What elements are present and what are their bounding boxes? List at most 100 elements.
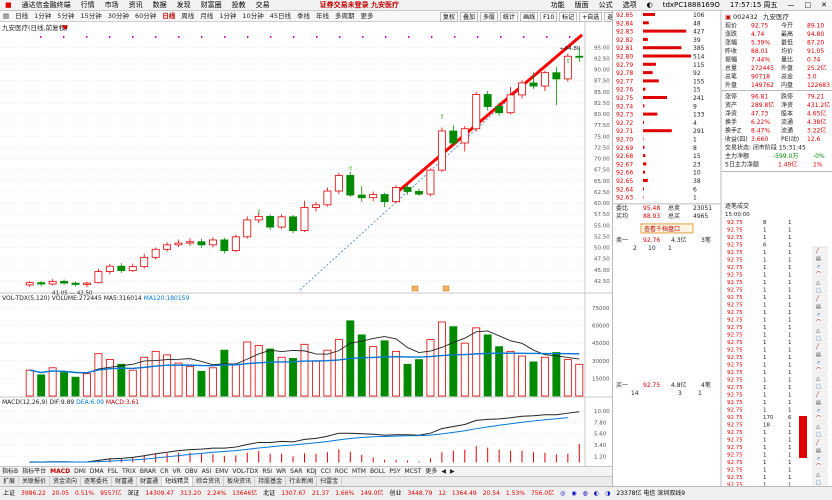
menu-market[interactable]: 市场 — [100, 0, 124, 11]
indicator-tab[interactable]: 更多 — [423, 467, 439, 477]
sheet-tab[interactable]: 关联报价 — [19, 476, 51, 487]
indicator-tab[interactable]: RSI — [260, 467, 274, 477]
period-tab[interactable]: 日线 — [159, 11, 178, 22]
menu-quotes[interactable]: 行情 — [76, 0, 100, 11]
menu-layout[interactable]: 版面 — [570, 0, 594, 11]
status-icon[interactable]: ◎ — [557, 487, 568, 500]
period-tab[interactable]: 季线 — [294, 11, 313, 22]
event-marker — [339, 36, 341, 38]
indicator-tab[interactable]: FSL — [106, 467, 121, 477]
tool-button[interactable]: F10 — [540, 11, 558, 22]
kline-chart-svg[interactable]: 九安医疗(日线,前复权)♥ 95.00 92.50 90.00 87.50 85.00 82… — [0, 22, 612, 466]
indicator-tab[interactable]: BRAR — [138, 467, 158, 477]
period-tab[interactable]: 1分钟 — [31, 11, 54, 22]
chart-area[interactable]: 九安医疗(日线,前复权) ♥ 95.00 92.50 90.00 87.50 85.00 82… — [0, 22, 612, 466]
info-value: 4.74 — [751, 31, 765, 38]
status-icon[interactable]: ◐ — [591, 487, 602, 500]
sheet-tab[interactable]: 财富通 — [137, 476, 163, 487]
menu-wealth[interactable]: 财富圈 — [196, 0, 227, 11]
sheet-tab[interactable]: 财富通 — [112, 476, 138, 487]
tool-button[interactable]: 叠加 — [460, 11, 479, 22]
period-tab[interactable]: 周线 — [178, 11, 197, 22]
indicator-tab[interactable]: SAR — [288, 467, 304, 477]
tab-scroll-right-icon[interactable]: ▶ — [448, 467, 457, 477]
indicator-tab[interactable]: PSY — [387, 467, 402, 477]
period-tab[interactable]: 10分钟 — [239, 11, 266, 22]
buy-volume: 15 — [693, 153, 701, 160]
period-tab[interactable]: 30分钟 — [105, 11, 132, 22]
indicator-tab[interactable]: WR — [274, 467, 288, 477]
indicator-tab[interactable]: CR — [158, 467, 170, 477]
menu-trade[interactable]: 交易 — [251, 0, 275, 11]
menu-discover[interactable]: 发现 — [172, 0, 196, 11]
menu-news[interactable]: 资讯 — [124, 0, 148, 11]
indicator-tab[interactable]: DMI — [72, 467, 88, 477]
sheet-tab[interactable]: 扩展 — [0, 476, 20, 487]
indicator-tab[interactable]: 指标平台 — [20, 467, 48, 477]
sheet-tab[interactable]: 资金流向 — [50, 476, 82, 487]
account-name[interactable]: tdxPC1888169O — [658, 0, 725, 11]
sheet-tab[interactable]: 行业新闻 — [286, 476, 318, 487]
tool-button[interactable]: 复权 — [440, 11, 459, 22]
sheet-tab[interactable]: 短线精灵 — [162, 476, 194, 487]
indicator-tab[interactable]: ASI — [200, 467, 214, 477]
indicator-tab[interactable]: MTM — [350, 467, 368, 477]
period-tab[interactable]: 日线 — [12, 11, 31, 22]
indicator-tab[interactable]: CCI — [319, 467, 333, 477]
indicator-tab[interactable]: MACD — [48, 467, 72, 477]
minimize-icon[interactable]: — — [783, 0, 800, 11]
sheet-tab[interactable]: 持股基金 — [255, 476, 287, 487]
info-label: 内盘 — [781, 81, 793, 89]
tool-button[interactable]: 标记 — [559, 11, 578, 22]
period-tab[interactable]: 1分钟 — [216, 11, 239, 22]
index-name[interactable]: 北证 — [260, 487, 278, 500]
index-name[interactable]: 上证 — [0, 487, 18, 500]
menu-functions[interactable]: 功能 — [546, 0, 570, 11]
tick-volume: 1 — [763, 460, 767, 466]
indicator-tab[interactable]: OBV — [183, 467, 200, 477]
period-tab[interactable]: 月线 — [197, 11, 216, 22]
indicator-tab[interactable]: BOLL — [368, 467, 387, 477]
menu-options[interactable]: 选项 — [618, 0, 642, 11]
indicator-tab[interactable]: DMA — [88, 467, 106, 477]
index-value: 1307.67 — [281, 490, 306, 497]
indicator-tab[interactable]: ROC — [333, 467, 350, 477]
tool-button[interactable]: 画线 — [520, 11, 539, 22]
maximize-icon[interactable]: □ — [800, 0, 817, 11]
status-icon[interactable]: ◉ — [568, 487, 579, 500]
indicator-tab[interactable]: VR — [171, 467, 183, 477]
period-tab[interactable]: 年线 — [313, 11, 332, 22]
period-tab[interactable]: 更多 — [357, 11, 376, 22]
indicator-tab[interactable]: MCST — [403, 467, 424, 477]
chart-settings-icon[interactable]: ▤ — [0, 11, 12, 22]
indicator-tab[interactable]: 指标B — [0, 467, 20, 477]
index-name[interactable]: 深证 — [124, 487, 142, 500]
menu-formula[interactable]: 公式 — [594, 0, 618, 11]
indicator-tab[interactable]: KDJ — [304, 467, 318, 477]
period-tab[interactable]: 60分钟 — [132, 11, 159, 22]
menu-education[interactable]: 投教 — [227, 0, 251, 11]
period-tab[interactable]: 5分钟 — [54, 11, 77, 22]
period-tab[interactable]: 多周期 — [332, 11, 358, 22]
tab-scroll-left-icon[interactable]: ◀ — [439, 467, 448, 477]
info-value: 0.74 — [807, 57, 821, 64]
indicator-tab[interactable]: TRIX — [120, 467, 138, 477]
sheet-tab[interactable]: 综合资讯 — [193, 476, 225, 487]
sheet-tab[interactable]: 逐笔委托 — [81, 476, 113, 487]
indicator-tab[interactable]: VOL-TDX — [230, 467, 260, 477]
status-icon[interactable]: ◍ — [580, 487, 591, 500]
user-icon[interactable]: ◐ — [642, 0, 658, 11]
indicator-tab[interactable]: EMV — [213, 467, 230, 477]
info-label: 收益(四) — [725, 135, 748, 143]
period-tab[interactable]: 15分钟 — [77, 11, 104, 22]
sheet-tab[interactable]: 扫雷宝 — [317, 476, 343, 487]
menu-data[interactable]: 数据 — [148, 0, 172, 11]
period-tab[interactable]: 45日线 — [267, 11, 294, 22]
close-icon[interactable]: ✕ — [816, 0, 832, 11]
index-name[interactable]: 创业 — [386, 487, 404, 500]
tool-button[interactable]: 统计 — [500, 11, 519, 22]
tool-button[interactable]: 多股 — [480, 11, 499, 22]
status-icon[interactable]: ◑ — [602, 487, 613, 500]
sheet-tab[interactable]: 板块资讯 — [224, 476, 256, 487]
tool-button[interactable]: +自选 — [579, 11, 603, 22]
